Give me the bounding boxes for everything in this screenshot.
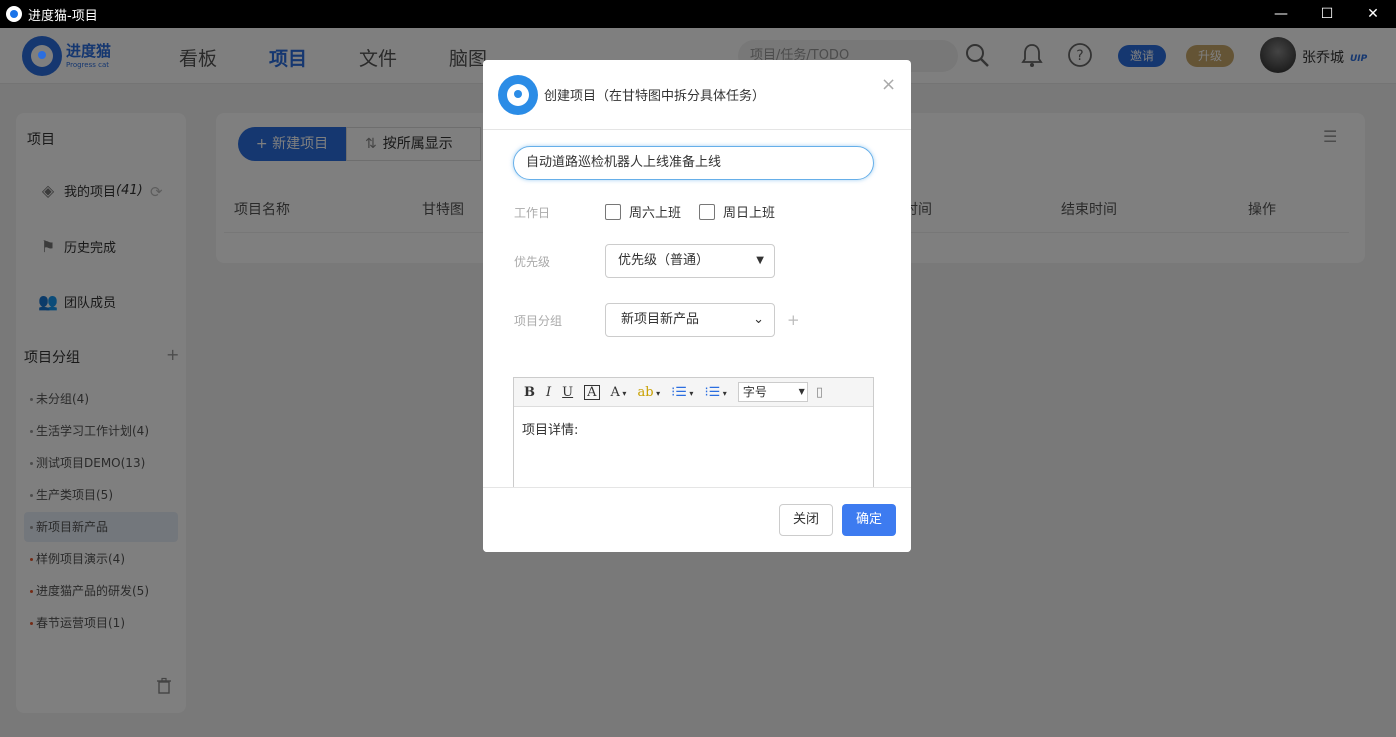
window-title: 进度猫-项目 <box>28 8 98 24</box>
group-label: 项目分组 <box>514 314 563 328</box>
minimize-button[interactable]: — <box>1258 0 1304 28</box>
maximize-button[interactable]: ☐ <box>1304 0 1350 28</box>
priority-label: 优先级 <box>514 255 551 269</box>
close-window-button[interactable]: ✕ <box>1350 0 1396 28</box>
italic-button[interactable]: I <box>546 385 551 400</box>
ordered-list-icon[interactable]: ⁝☰ ▾ <box>671 385 693 400</box>
group-select[interactable]: 新项目新产品 ⌄ <box>605 303 775 337</box>
highlight-icon[interactable]: ab ▾ <box>637 385 660 400</box>
project-name-input[interactable]: 自动道路巡检机器人上线准备上线 <box>513 146 874 180</box>
sunday-checkbox[interactable]: 周日上班 <box>699 202 775 221</box>
bold-button[interactable]: B <box>524 385 535 400</box>
saturday-checkbox[interactable]: 周六上班 <box>605 202 681 221</box>
dialog-header: 创建项目（在甘特图中拆分具体任务） × <box>483 60 911 130</box>
dialog-title: 创建项目（在甘特图中拆分具体任务） <box>544 89 766 104</box>
close-icon[interactable]: × <box>881 74 896 95</box>
editor-toolbar: B I U A A ▾ ab ▾ ⁝☰ ▾ ⁝☰ ▾ 字号 ▼ ▯ <box>514 378 873 407</box>
title-bar: 进度猫-项目 — ☐ ✕ <box>0 0 1396 28</box>
checkbox-icon <box>699 203 715 220</box>
app-icon <box>6 6 22 22</box>
font-color-button[interactable]: A ▾ <box>611 385 627 400</box>
workday-label: 工作日 <box>514 206 551 220</box>
bullet-list-icon[interactable]: ⁝☰ ▾ <box>704 385 726 400</box>
checkbox-icon <box>605 203 621 220</box>
document-icon[interactable]: ▯ <box>816 385 823 400</box>
chevron-down-icon: ⌄ <box>753 312 764 327</box>
create-project-dialog: 创建项目（在甘特图中拆分具体任务） × 自动道路巡检机器人上线准备上线 工作日 … <box>483 60 911 552</box>
font-box-button[interactable]: A <box>584 384 600 400</box>
font-size-select[interactable]: 字号 ▼ <box>737 382 808 402</box>
caret-down-icon: ▼ <box>756 255 764 266</box>
close-button[interactable]: 关闭 <box>779 504 833 536</box>
confirm-button[interactable]: 确定 <box>842 504 896 536</box>
add-group-icon[interactable]: + <box>787 311 800 329</box>
priority-select[interactable]: 优先级（普通） ▼ <box>605 244 775 278</box>
underline-button[interactable]: U <box>562 385 573 400</box>
logo-icon <box>498 75 538 115</box>
editor-content[interactable]: 项目详情: <box>514 407 873 450</box>
dialog-footer: 关闭 确定 <box>483 487 911 552</box>
